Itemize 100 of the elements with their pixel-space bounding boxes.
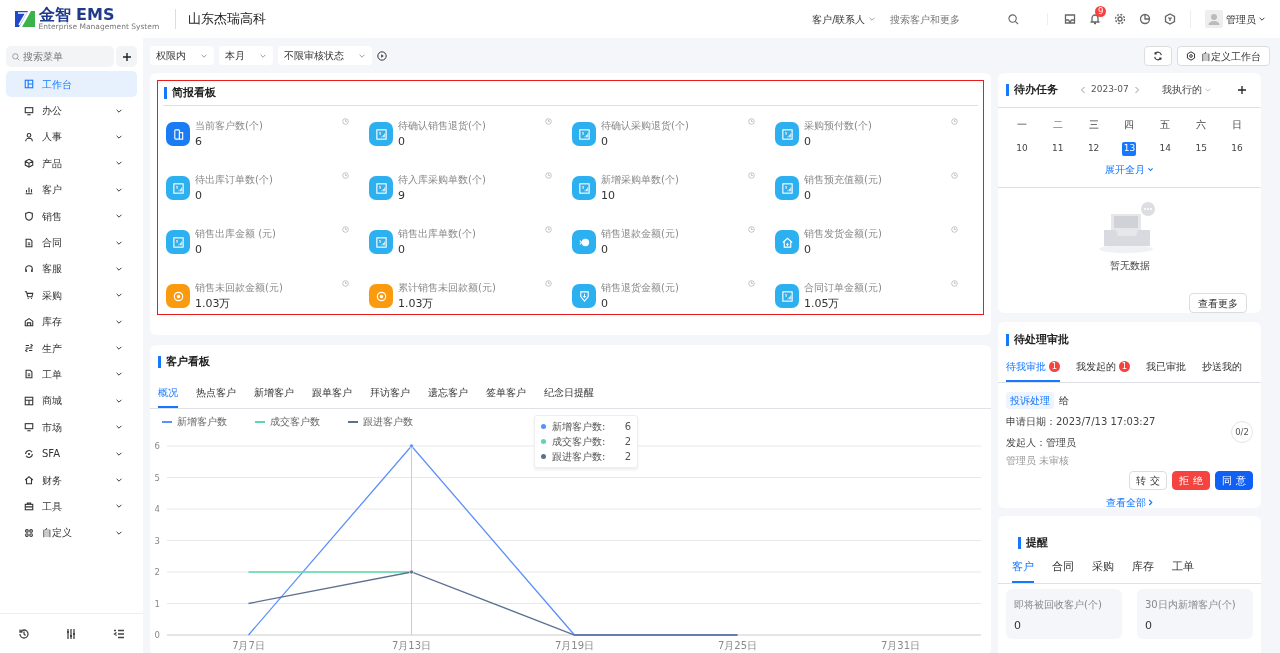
clock-icon[interactable] — [748, 280, 755, 287]
calendar-day[interactable]: 12 — [1086, 141, 1101, 156]
bell-icon[interactable] — [1089, 13, 1101, 25]
clock-icon[interactable] — [342, 226, 349, 233]
action-button[interactable]: 拒 绝 — [1172, 471, 1210, 491]
filter-select[interactable]: 不限审核状态 — [278, 46, 372, 65]
clock-icon[interactable] — [951, 280, 958, 287]
user-menu[interactable]: 管理员 — [1190, 10, 1266, 28]
clock-icon[interactable] — [545, 172, 552, 179]
expand-link[interactable]: 展开全月 — [1104, 161, 1155, 177]
sidebar-item[interactable]: 市场 — [6, 414, 137, 441]
legend-item[interactable]: 跟进客户数 — [348, 414, 413, 429]
tab[interactable]: 新增客户 — [254, 379, 294, 408]
stat-value: 1.03万 — [398, 296, 435, 312]
tab[interactable]: 库存 — [1132, 553, 1154, 583]
report-icon — [577, 181, 591, 195]
tab[interactable]: 热点客户 — [196, 379, 236, 408]
stat-label: 合同订单金额(元) — [804, 281, 883, 295]
tab[interactable]: 合同 — [1052, 553, 1074, 583]
play-icon[interactable] — [377, 50, 387, 61]
tab[interactable]: 工单 — [1172, 553, 1194, 583]
settings-icon[interactable] — [1114, 13, 1126, 25]
sliders-icon[interactable] — [65, 627, 78, 640]
filter-dropdown[interactable]: 我执行的 — [1161, 82, 1213, 97]
search-scope-dropdown[interactable]: 客户/联系人 — [812, 11, 876, 27]
tab[interactable]: 待我审批 1 — [1006, 354, 1060, 383]
view-all-link[interactable]: 查看全部 — [1105, 495, 1154, 511]
action-button[interactable]: 转 交 — [1129, 471, 1167, 491]
clock-icon[interactable] — [951, 172, 958, 179]
tab[interactable]: 概况 — [158, 379, 178, 408]
sidebar-item[interactable]: 工单 — [6, 361, 137, 388]
sidebar-item[interactable]: 办公 — [6, 97, 137, 124]
sidebar-item[interactable]: 商城 — [6, 387, 137, 415]
tab[interactable]: 客户 — [1012, 553, 1034, 583]
next-icon[interactable] — [1133, 85, 1140, 94]
sidebar-item[interactable]: 客户 — [6, 176, 137, 203]
clock-icon[interactable] — [545, 280, 552, 287]
clock-icon[interactable] — [342, 172, 349, 179]
tab[interactable]: 采购 — [1092, 553, 1114, 583]
search-icon[interactable] — [1008, 13, 1019, 25]
sidebar-item[interactable]: 产品 — [6, 150, 137, 177]
sidebar-item[interactable]: 工作台 — [6, 71, 137, 98]
inbox-icon[interactable] — [1064, 13, 1076, 25]
collapse-menu-icon[interactable] — [113, 627, 126, 640]
clock-icon[interactable] — [748, 118, 755, 125]
report-icon — [374, 235, 388, 249]
view-more-button[interactable]: 查看更多 — [1189, 293, 1247, 313]
filter-select[interactable]: 本月 — [219, 46, 273, 65]
sidebar-item[interactable]: 自定义 — [6, 519, 137, 547]
sidebar-item[interactable]: 工具 — [6, 493, 137, 520]
legend-item[interactable]: 新增客户数 — [162, 414, 227, 429]
calendar-day[interactable]: 15 — [1194, 141, 1209, 156]
tab[interactable]: 遗忘客户 — [428, 379, 468, 408]
legend-item[interactable]: 成交客户数 — [255, 414, 320, 429]
tab[interactable]: 我发起的 1 — [1076, 354, 1130, 383]
filter-select[interactable]: 权限内 — [150, 46, 214, 65]
clock-icon[interactable] — [748, 172, 755, 179]
calendar-day[interactable]: 13 — [1122, 141, 1137, 156]
tab[interactable]: 跟单客户 — [312, 379, 352, 408]
tab[interactable]: 拜访客户 — [370, 379, 410, 408]
clock-icon[interactable] — [342, 118, 349, 125]
sidebar-item[interactable]: 库存 — [6, 308, 137, 335]
clock-icon[interactable] — [342, 280, 349, 287]
refresh-button[interactable] — [1144, 46, 1172, 66]
pie-chart-icon[interactable] — [1139, 13, 1151, 25]
stat-value: 1.03万 — [195, 296, 232, 312]
logo-title: 金智 EMS — [38, 6, 115, 23]
sidebar-item[interactable]: 人事 — [6, 123, 137, 151]
tab[interactable]: 抄送我的 — [1202, 354, 1242, 383]
clock-icon[interactable] — [951, 118, 958, 125]
customize-button[interactable]: 自定义工作台 — [1177, 46, 1270, 66]
previous-icon[interactable] — [1080, 85, 1086, 94]
sidebar-item[interactable]: 财务 — [6, 466, 137, 494]
menu-search-field[interactable]: 搜索菜单 — [6, 46, 114, 67]
add-button[interactable] — [116, 46, 137, 67]
sidebar-item[interactable]: 合同 — [6, 229, 137, 256]
tab[interactable]: 我已审批 — [1146, 354, 1186, 383]
sidebar-item[interactable]: SFA — [6, 440, 137, 467]
clock-icon[interactable] — [748, 226, 755, 233]
add-icon[interactable] — [1237, 84, 1247, 95]
clock-icon[interactable] — [545, 118, 552, 125]
calendar-day[interactable]: 11 — [1050, 141, 1065, 156]
tab[interactable]: 签单客户 — [486, 379, 526, 408]
hexagon-icon[interactable] — [1164, 13, 1176, 25]
clock-icon[interactable] — [545, 226, 552, 233]
stat-value: 10 — [601, 188, 616, 204]
sidebar-item[interactable]: 生产 — [6, 334, 137, 362]
calendar-day[interactable]: 10 — [1014, 141, 1029, 156]
action-button[interactable]: 同 意 — [1215, 471, 1253, 491]
history-icon[interactable] — [17, 627, 30, 640]
sidebar-item[interactable]: 采购 — [6, 282, 137, 309]
cycle-icon — [374, 289, 388, 303]
sidebar-item[interactable]: 客服 — [6, 255, 137, 283]
calendar-day[interactable]: 14 — [1158, 141, 1173, 156]
sidebar-item[interactable]: 销售 — [6, 202, 137, 230]
clock-icon[interactable] — [951, 226, 958, 233]
calendar-day[interactable]: 16 — [1230, 141, 1244, 156]
tab[interactable]: 纪念日提醒 — [544, 379, 594, 408]
chevron-down-icon — [1147, 165, 1155, 173]
report-icon — [374, 181, 388, 195]
